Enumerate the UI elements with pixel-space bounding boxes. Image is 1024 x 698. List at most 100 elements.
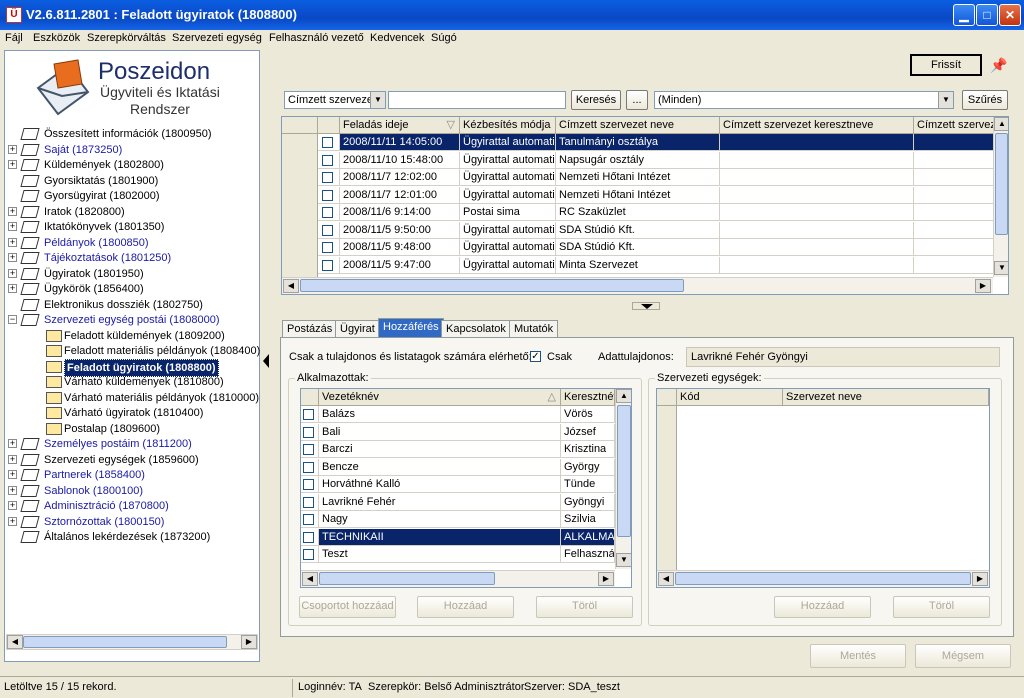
expand-plus-icon[interactable]: + [8, 470, 17, 479]
save-button[interactable]: Mentés [810, 644, 906, 668]
scroll-thumb[interactable] [300, 279, 684, 292]
employees-remove-button[interactable]: Töröl [536, 596, 633, 618]
expand-plus-icon[interactable]: + [8, 454, 17, 464]
table-row[interactable]: 2008/11/5 9:48:00 Ügyirattal automatiku SD… [282, 239, 994, 256]
expand-plus-icon[interactable]: + [8, 237, 17, 247]
scroll-right-icon[interactable]: ▶ [975, 279, 991, 293]
tab-postazas[interactable]: Postázás [282, 320, 338, 338]
row-checkbox[interactable] [303, 549, 314, 560]
employees-add-button[interactable]: Hozzáad [417, 596, 514, 618]
expand-plus-icon[interactable]: + [8, 501, 17, 510]
scroll-left-icon[interactable]: ◀ [283, 279, 299, 293]
close-button[interactable]: ✕ [999, 4, 1021, 26]
tab-hozzaferes[interactable]: Hozzáférés [378, 318, 444, 338]
menu-favorites[interactable]: Kedvencek [370, 32, 424, 44]
expand-plus-icon[interactable]: + [8, 485, 17, 495]
cancel-button[interactable]: Mégsem [915, 644, 1011, 668]
row-checkbox[interactable] [303, 514, 314, 525]
panel-splitter[interactable] [262, 348, 270, 376]
row-checkbox[interactable] [303, 426, 314, 438]
col-recipient-org-name[interactable]: Címzett szervezet neve [556, 117, 720, 134]
menu-file[interactable]: Fájl [5, 32, 23, 44]
list-item[interactable]: Balázs Vörös [301, 406, 615, 423]
main-grid-vertical-scrollbar[interactable]: ▲ ▼ [993, 117, 1008, 277]
scroll-thumb[interactable] [23, 636, 227, 648]
filter-select[interactable]: (Minden) ▼ [654, 91, 954, 109]
table-row[interactable]: 2008/11/7 12:02:00 Ügyirattal automatiku N… [282, 169, 994, 186]
tab-kapcsolatok[interactable]: Kapcsolatok [441, 320, 511, 338]
expand-plus-icon[interactable]: + [8, 284, 17, 293]
row-checkbox[interactable] [322, 207, 333, 218]
search-field-select[interactable]: Címzett szerveze ▼ [284, 91, 386, 109]
scroll-right-icon[interactable]: ▶ [972, 572, 988, 586]
add-group-button[interactable]: Csoportot hozzáad [299, 596, 396, 618]
expand-plus-icon[interactable]: + [8, 222, 17, 231]
expand-details-button[interactable] [632, 302, 660, 310]
tab-ugyirat[interactable]: Ügyirat [335, 320, 380, 338]
employees-vertical-scrollbar[interactable]: ▲ ▼ [615, 389, 631, 569]
ellipsis-button[interactable]: ... [626, 90, 648, 110]
scroll-up-icon[interactable]: ▲ [616, 389, 631, 403]
scroll-thumb[interactable] [319, 572, 495, 585]
col-last-name[interactable]: Vezetéknév △ [319, 389, 561, 406]
list-item[interactable]: TesztFelhasználó [301, 546, 615, 563]
menu-org-unit[interactable]: Szervezeti egység [172, 32, 262, 44]
row-checkbox[interactable] [303, 531, 314, 543]
search-input[interactable] [388, 91, 566, 109]
collapse-left-icon[interactable] [263, 354, 269, 368]
chevron-down-icon[interactable]: ▼ [938, 92, 953, 108]
list-item[interactable]: TECHNIKAIIALKALMAZ [301, 528, 615, 546]
row-checkbox[interactable] [322, 137, 333, 148]
list-item[interactable]: Bencze György [301, 458, 615, 476]
org-units-horizontal-scrollbar[interactable]: ◀ ▶ [657, 570, 989, 587]
col-recipient-org-extra[interactable]: Címzett szerveze [914, 117, 994, 134]
row-checkbox[interactable] [322, 224, 333, 236]
refresh-button[interactable]: Frissít [910, 54, 982, 76]
scroll-thumb[interactable] [617, 405, 631, 537]
maximize-button[interactable]: □ [976, 4, 998, 26]
tab-mutatok[interactable]: Mutatók [509, 320, 559, 338]
col-delivery-mode[interactable]: Kézbesítés módja [460, 117, 556, 134]
expand-plus-icon[interactable]: + [8, 516, 17, 526]
tree-horizontal-scrollbar[interactable]: ◀ ▶ [6, 634, 258, 650]
col-code[interactable]: Kód [677, 389, 783, 406]
col-first-name[interactable]: Keresztnév [561, 389, 615, 406]
scroll-down-icon[interactable]: ▼ [616, 553, 631, 567]
table-row[interactable]: 2008/11/10 15:48:00 Ügyirattal automatiku… [282, 151, 994, 169]
list-item[interactable]: Lavrikné Fehér Gyöngyi [301, 493, 615, 511]
menu-help[interactable]: Súgó [431, 32, 457, 44]
pin-icon[interactable]: 📌 [990, 57, 1007, 74]
col-org-name[interactable]: Szervezet neve [783, 389, 989, 406]
scroll-right-icon[interactable]: ▶ [241, 635, 257, 649]
scroll-left-icon[interactable]: ◀ [302, 572, 318, 586]
employees-horizontal-scrollbar[interactable]: ◀ ▶ [301, 570, 615, 587]
table-row[interactable]: 2008/11/5 9:47:00 Ügyirattal automatiku Mi… [282, 256, 994, 274]
scroll-down-icon[interactable]: ▼ [994, 261, 1008, 275]
filter-button[interactable]: Szűrés [962, 90, 1008, 110]
row-checkbox[interactable] [322, 154, 333, 166]
list-item[interactable]: Barczi Krisztina [301, 441, 615, 458]
row-checkbox[interactable] [303, 444, 314, 455]
row-checkbox[interactable] [303, 409, 314, 420]
list-item[interactable]: Horváthné Kalló Tünde [301, 476, 615, 493]
col-send-time[interactable]: Feladás ideje ▽ [340, 117, 460, 134]
list-item[interactable]: Bali József [301, 423, 615, 441]
scroll-left-icon[interactable]: ◀ [658, 572, 674, 586]
row-checkbox[interactable] [322, 242, 333, 253]
org-units-remove-button[interactable]: Töröl [893, 596, 990, 618]
minimize-button[interactable]: ▁ [953, 4, 975, 26]
row-checkbox[interactable] [322, 172, 333, 183]
expand-plus-icon[interactable]: + [8, 144, 17, 154]
chevron-down-icon[interactable]: ▼ [370, 92, 385, 108]
scroll-thumb[interactable] [995, 133, 1008, 235]
row-checkbox[interactable] [322, 189, 333, 201]
scroll-up-icon[interactable]: ▲ [994, 117, 1008, 131]
expand-plus-icon[interactable]: + [8, 268, 17, 278]
expand-plus-icon[interactable]: + [8, 160, 17, 169]
menu-tools[interactable]: Eszközök [33, 32, 80, 44]
menu-role-switch[interactable]: Szerepkörváltás [87, 32, 166, 44]
org-units-add-button[interactable]: Hozzáad [774, 596, 871, 618]
table-row[interactable]: 2008/11/7 12:01:00 Ügyirattal automatiku N… [282, 186, 994, 204]
scroll-right-icon[interactable]: ▶ [598, 572, 614, 586]
only-owner-checkbox[interactable]: ✓ [530, 351, 541, 362]
